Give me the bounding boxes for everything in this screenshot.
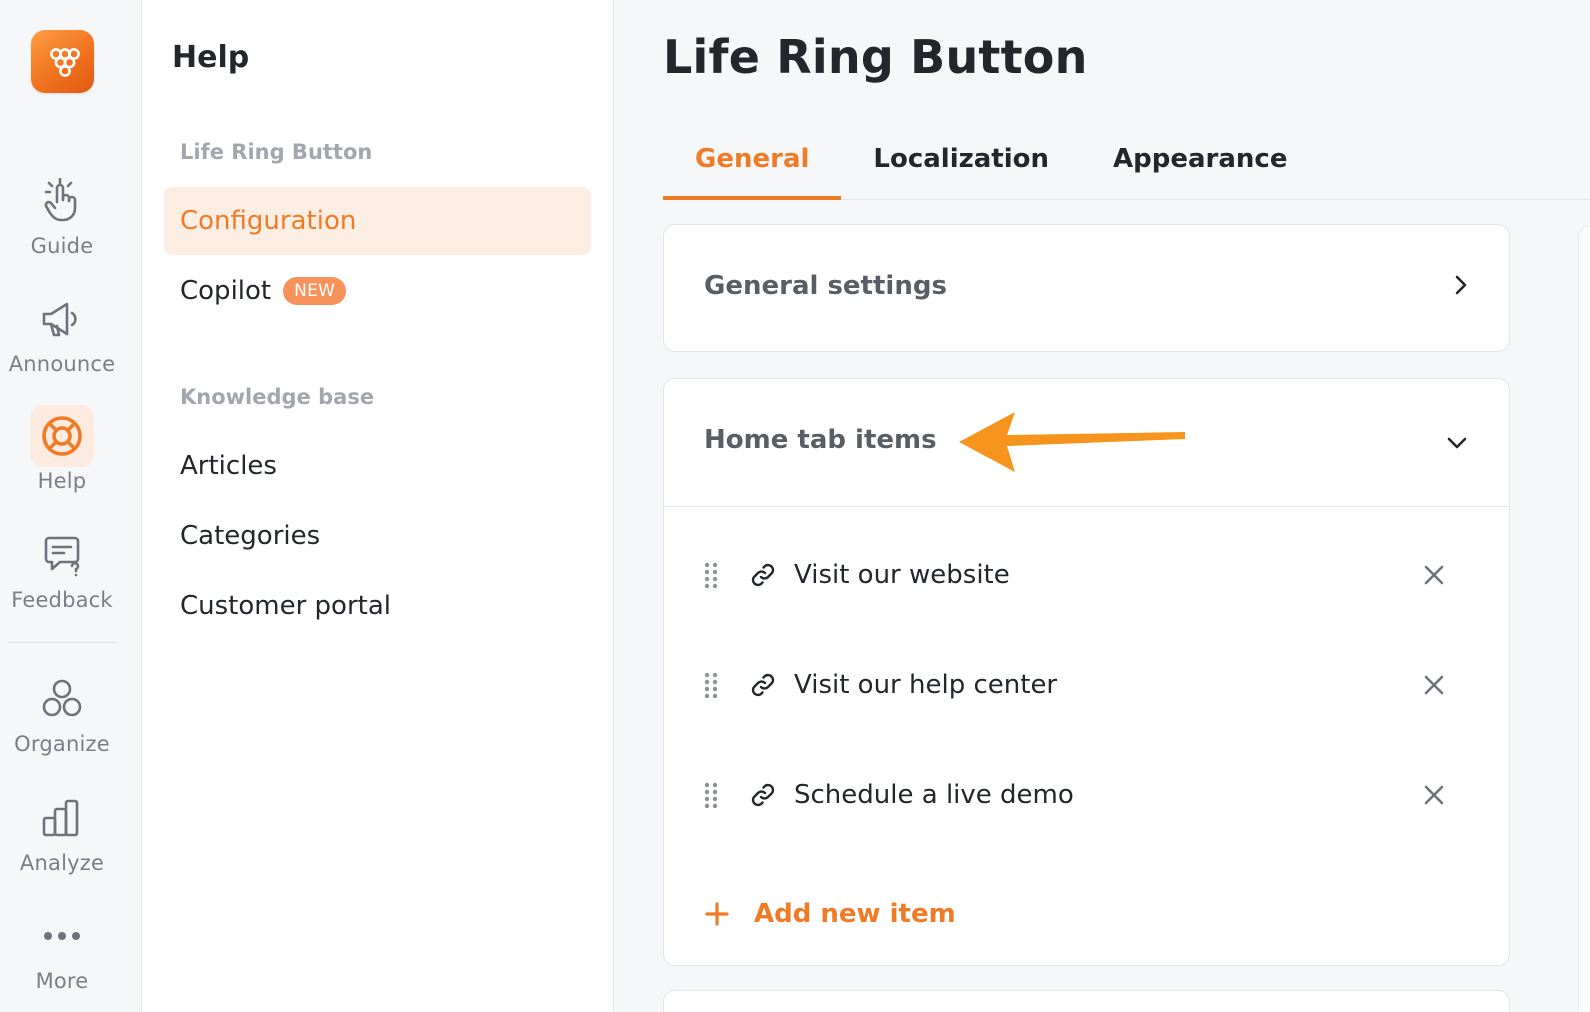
item-label[interactable]: Schedule a live demo: [794, 780, 1414, 810]
item-label[interactable]: Visit our help center: [794, 670, 1414, 700]
section-label-knowledge-base: Knowledge base: [180, 385, 375, 409]
drag-handle-icon[interactable]: [704, 562, 730, 588]
rail-label: More: [35, 969, 89, 993]
feedback-bubble-icon: [30, 524, 94, 586]
tab-appearance[interactable]: Appearance: [1081, 130, 1319, 200]
sidebar-item-label: Articles: [180, 451, 277, 481]
home-tab-items-header[interactable]: Home tab items: [664, 379, 1509, 506]
app-logo-icon[interactable]: [31, 30, 94, 93]
hand-pointer-icon: [30, 170, 94, 232]
tab-bar: General Localization Appearance: [663, 130, 1590, 200]
sidebar-title: Help: [172, 40, 250, 75]
organize-circles-icon: [30, 668, 94, 730]
rail-item-guide[interactable]: Guide: [0, 170, 124, 258]
list-item: Visit our website: [704, 545, 1474, 605]
rail-item-announce[interactable]: Announce: [0, 288, 124, 376]
list-item: Schedule a live demo: [704, 765, 1474, 825]
rail-item-help[interactable]: Help: [0, 405, 124, 493]
link-icon: [740, 561, 786, 589]
section-label-life-ring: Life Ring Button: [180, 140, 373, 164]
tab-general[interactable]: General: [663, 130, 842, 200]
general-settings-title: General settings: [704, 270, 947, 301]
megaphone-icon: [30, 288, 94, 350]
drag-handle-icon[interactable]: [704, 672, 730, 698]
close-icon[interactable]: [1414, 665, 1454, 705]
rail-item-more[interactable]: More: [0, 905, 124, 993]
rail-label: Feedback: [11, 588, 113, 612]
sidebar-item-articles[interactable]: Articles: [164, 432, 591, 500]
rail-item-feedback[interactable]: Feedback: [0, 524, 124, 612]
chevron-right-icon: [1453, 273, 1469, 304]
list-item: Visit our help center: [704, 655, 1474, 715]
home-tab-items-title: Home tab items: [704, 424, 937, 455]
sidebar-item-label: Copilot: [180, 276, 272, 306]
add-new-item-button[interactable]: Add new item: [704, 884, 956, 944]
plus-icon: [704, 901, 734, 927]
tab-localization[interactable]: Localization: [841, 130, 1081, 200]
sidebar-item-copilot[interactable]: Copilot NEW: [164, 257, 591, 325]
help-sidebar: Help Life Ring Button Configuration Copi…: [142, 0, 614, 1012]
rail-label: Help: [37, 469, 87, 493]
close-icon[interactable]: [1414, 775, 1454, 815]
main-content: Life Ring Button General Localization Ap…: [615, 0, 1590, 1012]
rail-divider: [8, 642, 116, 643]
next-card: [663, 990, 1510, 1012]
sidebar-item-label: Customer portal: [180, 591, 392, 621]
rail-item-analyze[interactable]: Analyze: [0, 787, 124, 875]
life-ring-icon: [30, 405, 94, 467]
chevron-down-icon: [1445, 428, 1469, 458]
sidebar-item-configuration[interactable]: Configuration: [164, 187, 591, 255]
new-badge: NEW: [283, 277, 347, 305]
card-divider: [664, 506, 1509, 507]
sidebar-item-label: Categories: [180, 521, 321, 551]
preview-panel-edge: [1578, 225, 1590, 1012]
link-icon: [740, 671, 786, 699]
sidebar-item-customer-portal[interactable]: Customer portal: [164, 572, 591, 640]
close-icon[interactable]: [1414, 555, 1454, 595]
rail-label: Organize: [14, 732, 110, 756]
add-new-item-label: Add new item: [754, 899, 956, 929]
general-settings-card: General settings: [663, 224, 1510, 352]
app-rail: Guide Announce Help Feedback Organize An…: [0, 0, 142, 1012]
sidebar-item-label: Configuration: [180, 206, 357, 236]
sidebar-item-categories[interactable]: Categories: [164, 502, 591, 570]
general-settings-header[interactable]: General settings: [664, 225, 1509, 352]
page-title: Life Ring Button: [663, 30, 1088, 84]
rail-label: Announce: [8, 352, 116, 376]
drag-handle-icon[interactable]: [704, 782, 730, 808]
item-label[interactable]: Visit our website: [794, 560, 1414, 590]
home-tab-items-card: Home tab items Visit our website Visit o…: [663, 378, 1510, 966]
rail-item-organize[interactable]: Organize: [0, 668, 124, 756]
more-dots-icon: [30, 905, 94, 967]
bar-chart-icon: [30, 787, 94, 849]
rail-label: Analyze: [19, 851, 105, 875]
link-icon: [740, 781, 786, 809]
rail-label: Guide: [30, 234, 94, 258]
